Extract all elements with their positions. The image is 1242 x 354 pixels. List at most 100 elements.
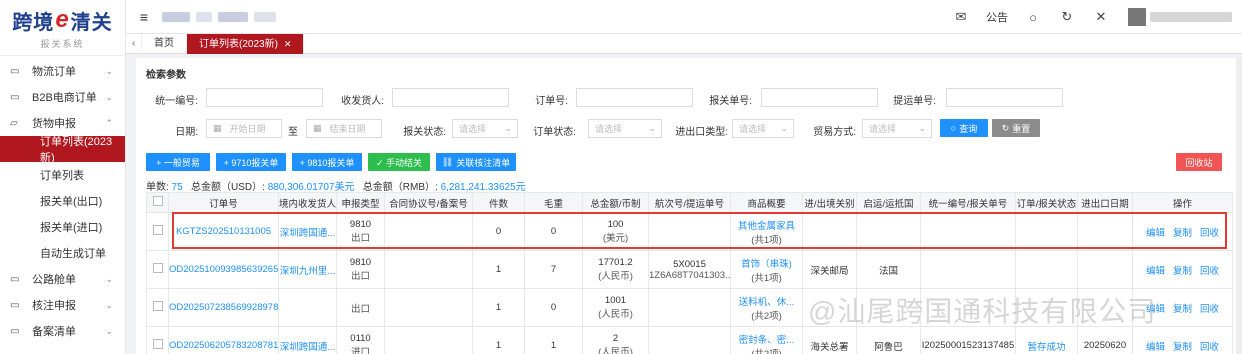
sidebar-item-logistics-orders[interactable]: ▭ 物流订单 ⌄	[0, 58, 125, 84]
copy-link[interactable]: 复制	[1173, 342, 1192, 353]
mail-icon[interactable]: ✉	[944, 9, 978, 25]
table-row[interactable]: OD202506205783208781 深圳跨国通... 0110 进口 1 1…	[146, 326, 1233, 354]
vertical-scrollbar[interactable]	[1236, 58, 1242, 354]
order-no-link[interactable]: OD202510093985639265	[168, 250, 279, 289]
row-select[interactable]	[146, 212, 169, 251]
consignee-link[interactable]: 深圳跨国通...	[278, 326, 337, 354]
declaration-9810-button[interactable]: + 9810报关单	[292, 153, 362, 171]
search-icon: ○	[950, 123, 957, 133]
checkbox[interactable]	[152, 339, 163, 349]
table-row[interactable]: KGTZS202510131005 深圳跨国通... 9810 出口 0 0 10…	[146, 212, 1233, 251]
select-all-cell[interactable]	[146, 192, 169, 213]
ie-type-select[interactable]: 请选择 ⌄	[732, 119, 794, 138]
row-select[interactable]	[146, 250, 169, 289]
manual-close-button[interactable]: ✓ 手动结关	[368, 153, 430, 171]
tab-order-list-2023[interactable]: 订单列表(2023新) ✕	[187, 33, 305, 54]
row-select[interactable]	[146, 326, 169, 354]
sidebar-subitem-export-declaration[interactable]: 报关单(出口)	[0, 188, 125, 214]
notice-link[interactable]: 公告	[978, 9, 1016, 25]
edit-link[interactable]: 编辑	[1146, 266, 1165, 277]
folder-icon: ▭	[10, 273, 20, 285]
tab-close-icon[interactable]: ✕	[284, 39, 292, 49]
username-blurred[interactable]	[1150, 12, 1232, 22]
avatar[interactable]	[1128, 8, 1146, 26]
sidebar-item-record-list[interactable]: ▭ 备案清单 ⌄	[0, 318, 125, 344]
link-icon: ⛓	[441, 156, 454, 167]
copy-link[interactable]: 复制	[1173, 266, 1192, 277]
goods-link[interactable]: 密封条、密...	[739, 335, 794, 346]
copy-link[interactable]: 复制	[1173, 304, 1192, 315]
goods-link[interactable]: 首饰（串珠)	[741, 259, 792, 270]
order-no-link[interactable]: OD202506205783208781	[168, 326, 279, 354]
reset-button[interactable]: ↻ 重置	[992, 119, 1040, 137]
edit-link[interactable]: 编辑	[1146, 304, 1165, 315]
table-row[interactable]: OD202510093985639265 深圳九州里... 9810 出口 1 7…	[146, 250, 1233, 289]
goods-link[interactable]: 其他金属家具	[738, 221, 795, 232]
country-cell	[856, 288, 921, 327]
date-cell	[1077, 212, 1133, 251]
start-date-input[interactable]: ▦ 开始日期	[206, 119, 282, 138]
copy-link[interactable]: 复制	[1173, 228, 1192, 239]
pieces-cell: 0	[472, 212, 525, 251]
link-checklist-button[interactable]: ⛓ 关联核注清单	[436, 153, 516, 171]
declaration-9710-button[interactable]: + 9710报关单	[216, 153, 286, 171]
goods-cell: 送料机、休... (共2项)	[730, 288, 803, 327]
table-row[interactable]: OD202507238569928978 出口 1 0 1001 (人民币) 送料…	[146, 288, 1233, 327]
summary-line: 单数: 75 总金额（USD）: 880,306.01707美元 总金额（RMB…	[146, 182, 526, 193]
order-no-input[interactable]	[576, 88, 693, 107]
close-all-icon[interactable]: ✕	[1084, 9, 1118, 25]
edit-link[interactable]: 编辑	[1146, 342, 1165, 353]
general-trade-button[interactable]: + 一般贸易	[146, 153, 210, 171]
consignee-input[interactable]	[392, 88, 509, 107]
col-country: 启运/运抵国	[856, 192, 921, 213]
consignee-link[interactable]: 深圳九州里...	[278, 250, 337, 289]
unified-no-input[interactable]	[206, 88, 323, 107]
col-pieces: 件数	[472, 192, 525, 213]
consignee-link[interactable]	[278, 288, 337, 327]
order-no-link[interactable]: KGTZS202510131005	[168, 212, 279, 251]
sidebar-subitem-order-list[interactable]: 订单列表	[0, 162, 125, 188]
recycle-bin-button[interactable]: 回收站	[1176, 153, 1222, 171]
sidebar-subitem-import-declaration[interactable]: 报关单(进口)	[0, 214, 125, 240]
sidebar-item-road-manifest[interactable]: ▭ 公路舱单 ⌄	[0, 266, 125, 292]
checkbox[interactable]	[152, 263, 163, 273]
checkbox[interactable]	[152, 225, 163, 235]
order-status-select[interactable]: 请选择 ⌄	[588, 119, 662, 138]
bl-no-label: 提运单号:	[893, 96, 936, 107]
declaration-no-input[interactable]	[761, 88, 878, 107]
hamburger-icon[interactable]: ≡	[126, 9, 162, 25]
order-no-link[interactable]: OD202507238569928978	[168, 288, 279, 327]
blurred-company-name-2	[196, 11, 212, 22]
search-icon[interactable]: ○	[1016, 10, 1050, 25]
folder-icon: ▭	[10, 299, 20, 311]
bl-no-input[interactable]	[946, 88, 1063, 107]
checkbox[interactable]	[152, 196, 163, 206]
checkbox[interactable]	[152, 301, 163, 311]
status-cell[interactable]: 暂存成功	[1015, 326, 1078, 354]
sidebar-item-verification[interactable]: ▭ 核注申报 ⌄	[0, 292, 125, 318]
tab-home[interactable]: 首页	[142, 33, 187, 54]
country-cell	[856, 212, 921, 251]
query-button[interactable]: ○ 查询	[940, 119, 988, 137]
recycle-link[interactable]: 回收	[1200, 228, 1219, 239]
sidebar-subitem-order-list-2023[interactable]: 订单列表(2023新)	[0, 136, 125, 164]
goods-link[interactable]: 送料机、休...	[739, 297, 794, 308]
recycle-link[interactable]: 回收	[1200, 342, 1219, 353]
recycle-link[interactable]: 回收	[1200, 266, 1219, 277]
refresh-icon[interactable]: ↻	[1050, 9, 1084, 25]
sidebar-item-goods-declaration[interactable]: ▱ 货物申报 ⌃	[0, 110, 125, 136]
recycle-link[interactable]: 回收	[1200, 304, 1219, 315]
row-select[interactable]	[146, 288, 169, 327]
contract-cell	[384, 288, 473, 327]
edit-link[interactable]: 编辑	[1146, 228, 1165, 239]
sidebar-subitem-auto-generate[interactable]: 自动生成订单	[0, 240, 125, 266]
logo: 跨境 e 清关 报关系统	[0, 0, 125, 56]
trade-mode-select[interactable]: 请选择 ⌄	[862, 119, 932, 138]
decl-status-select[interactable]: 请选择 ⌄	[452, 119, 518, 138]
orders-table: 订单号 境内收发货人 申报类型 合同协议号/备案号 件数 毛重 总金额/币制 航…	[146, 192, 1233, 354]
tab-scroll-left-icon[interactable]: ‹	[126, 33, 142, 54]
blurred-company-name-4	[254, 11, 276, 22]
consignee-link[interactable]: 深圳跨国通...	[278, 212, 337, 251]
sidebar-item-b2b-orders[interactable]: ▭ B2B电商订单 ⌄	[0, 84, 125, 110]
end-date-input[interactable]: ▦ 结束日期	[306, 119, 382, 138]
